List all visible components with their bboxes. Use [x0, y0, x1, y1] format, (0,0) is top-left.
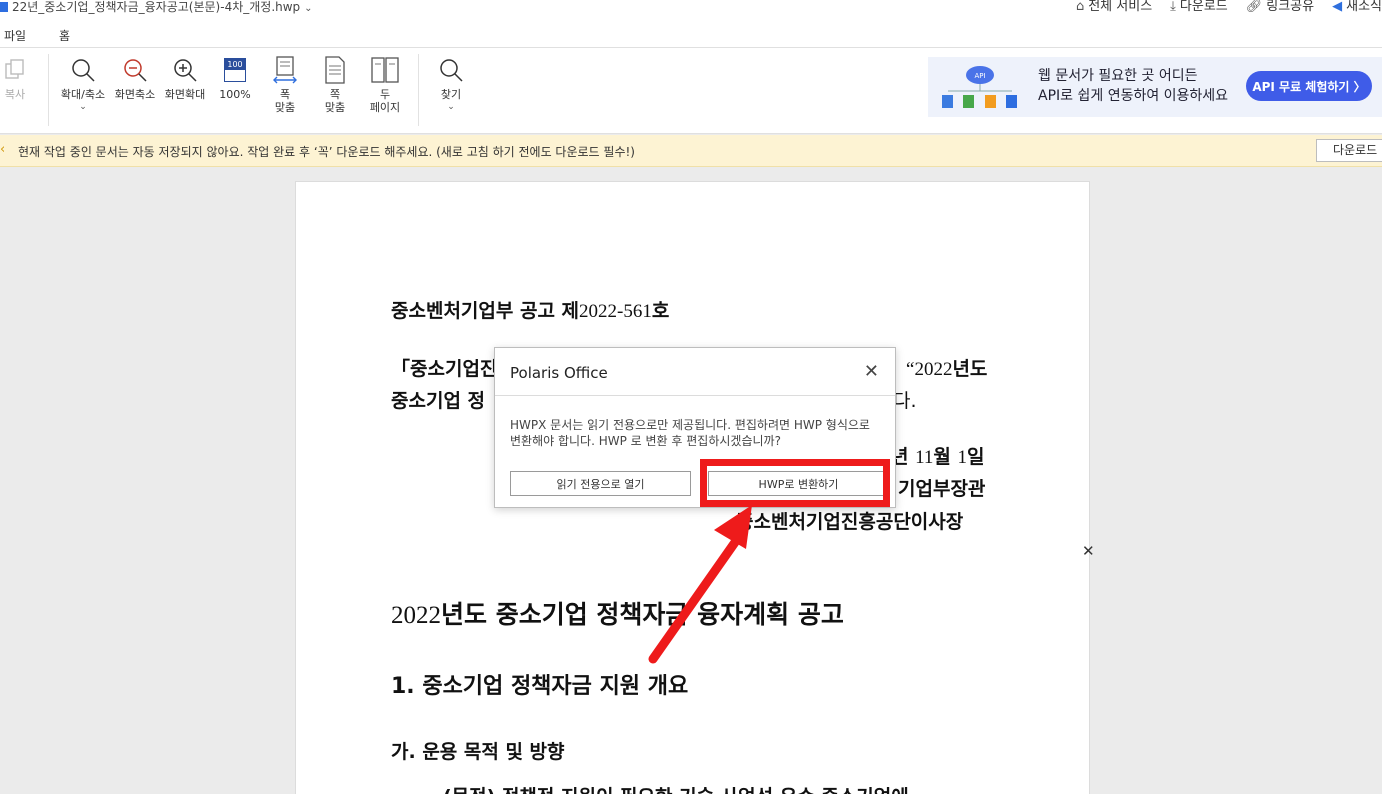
- download-button[interactable]: 다운로드: [1316, 139, 1382, 162]
- notice-number: 2022-561: [579, 301, 652, 322]
- chevron-down-icon: ⌄: [447, 102, 455, 112]
- news-label: 새소식: [1346, 0, 1382, 14]
- api-badge-text: API: [974, 72, 985, 80]
- ribbon-toolbar: 복사 확대/축소 ⌄ 화면축소 화면확대 100 100% 폭 맞춤 쪽 맞춤 …: [0, 48, 1382, 134]
- ribbon-divider: [48, 54, 49, 126]
- api-diagram-icon: API: [942, 66, 1017, 108]
- open-read-only-button[interactable]: 읽기 전용으로 열기: [510, 471, 691, 496]
- download-top-button[interactable]: ⤓ 다운로드: [1170, 0, 1228, 14]
- paragraph-2-left: 중소기업 정: [391, 390, 486, 412]
- copy-icon: [1, 56, 29, 84]
- home-icon: ⌂: [1075, 0, 1085, 14]
- api-trial-button[interactable]: API 무료 체험하기 〉: [1246, 71, 1372, 101]
- section-1-heading: 1. 중소기업 정책자금 지원 개요: [391, 674, 689, 699]
- notice-prefix: 중소벤처기업부 공고 제: [391, 300, 580, 322]
- dialog-message: HWPX 문서는 읽기 전용으로만 제공됩니다. 편집하려면 HWP 형식으로 …: [510, 418, 870, 448]
- chevron-left-icon[interactable]: ‹: [0, 142, 5, 157]
- chevron-down-icon: ⌄: [304, 3, 313, 14]
- link-icon: 🔗︎: [1245, 0, 1263, 14]
- date-month-label: 월: [933, 446, 951, 468]
- all-services-label: 전체 서비스: [1088, 0, 1153, 14]
- fit-width-icon: [271, 56, 299, 84]
- zoom-in-button[interactable]: 화면확대: [160, 56, 210, 101]
- paragraph-1-right: “2022년도: [906, 354, 987, 381]
- megaphone-icon: ◀: [1332, 0, 1343, 14]
- paragraph-2-right: 다.: [893, 390, 917, 412]
- magnifier-icon: [69, 56, 97, 84]
- zoom-100-label: 100%: [219, 88, 251, 101]
- paragraph-1-left: 「중소기업진: [391, 358, 498, 380]
- zoom-out-button[interactable]: 화면축소: [110, 56, 160, 101]
- copy-button[interactable]: 복사: [0, 56, 40, 101]
- fit-width-label-2: 맞춤: [274, 101, 296, 114]
- notice-suffix: 호: [651, 300, 670, 322]
- ribbon-divider: [418, 54, 419, 126]
- two-page-label-1: 두: [379, 88, 391, 101]
- fit-page-label-1: 쪽: [329, 88, 341, 101]
- zoom-out-label: 화면축소: [114, 88, 156, 101]
- zoom-in-icon: [171, 56, 199, 84]
- body-text-line: (목적) 정책적 지원이 필요한 기술 사업성 우수 중소기업에: [443, 782, 909, 794]
- document-title[interactable]: 22년_중소기업_정책자금_융자공고(본문)-4차_개정.hwp ⌄: [0, 0, 313, 16]
- fit-page-label-2: 맞춤: [324, 101, 346, 114]
- dialog-close-icon[interactable]: ✕: [864, 361, 879, 382]
- document-title-text: 22년_중소기업_정책자금_융자공고(본문)-4차_개정.hwp: [12, 0, 301, 14]
- zoom-in-label: 화면확대: [164, 88, 206, 101]
- find-button[interactable]: 찾기 ⌄: [426, 56, 476, 114]
- percent-icon-text: 100: [225, 59, 245, 70]
- two-page-label-2: 페이지: [369, 101, 401, 114]
- fit-page-icon: [321, 56, 349, 84]
- top-actions: ⌂ 전체 서비스 ⤓ 다운로드 🔗︎ 링크공유 ◀ 새소식: [1076, 0, 1382, 14]
- close-icon[interactable]: ✕: [1082, 542, 1095, 560]
- menu-bar: 파일 홈: [0, 22, 1382, 51]
- chevron-down-icon: ⌄: [79, 102, 87, 112]
- zoom-dropdown-button[interactable]: 확대/축소 ⌄: [58, 56, 108, 114]
- api-ad-banner[interactable]: API 웹 문서가 필요한 곳 어디든 API로 쉽게 연동하여 이용하세요 A…: [928, 57, 1382, 117]
- notice-message: 현재 작업 중인 문서는 자동 저장되지 않아요. 작업 완료 후 ‘꼭’ 다운…: [18, 145, 635, 159]
- heading-text: 년도 중소기업 정책자금 융자계획 공고: [441, 600, 844, 629]
- ad-line-1: 웹 문서가 필요한 곳 어디든: [1038, 68, 1198, 84]
- zoom-100-button[interactable]: 100 100%: [210, 56, 260, 101]
- title-bar: 22년_중소기업_정책자금_융자공고(본문)-4차_개정.hwp ⌄ ⌂ 전체 서비…: [0, 0, 1382, 22]
- dialog-title: Polaris Office: [510, 364, 608, 382]
- ad-text: 웹 문서가 필요한 곳 어디든 API로 쉽게 연동하여 이용하세요: [1038, 66, 1228, 106]
- autosave-notice-bar: ‹ 현재 작업 중인 문서는 자동 저장되지 않아요. 작업 완료 후 ‘꼭’ …: [0, 135, 1382, 167]
- two-page-icon: [371, 56, 399, 84]
- signatory-agency: 중소벤처기업진흥공단이사장: [736, 511, 964, 533]
- ad-line-2: API로 쉽게 연동하여 이용하세요: [1038, 88, 1229, 104]
- notice-number-line: 중소벤처기업부 공고 제2022-561호: [391, 296, 669, 323]
- find-label: 찾기: [440, 88, 462, 101]
- dialog-header: Polaris Office ✕: [495, 348, 895, 396]
- copy-label: 복사: [4, 88, 26, 101]
- link-share-button[interactable]: 🔗︎ 링크공유: [1246, 0, 1314, 14]
- percent-100-icon: 100: [221, 56, 249, 84]
- fit-width-label-1: 폭: [279, 88, 291, 101]
- section-ga-heading: 가. 운용 목적 및 방향: [391, 741, 565, 763]
- fit-width-button[interactable]: 폭 맞춤: [260, 56, 310, 114]
- date-line: 년 11월 1일: [891, 442, 985, 469]
- heading-year: 2022: [391, 602, 441, 629]
- main-heading: 2022년도 중소기업 정책자금 융자계획 공고: [391, 595, 844, 631]
- fit-page-button[interactable]: 쪽 맞춤: [310, 56, 360, 114]
- download-icon: ⤓: [1170, 0, 1176, 14]
- date-day: 1: [957, 447, 968, 468]
- link-share-label: 링크공유: [1266, 0, 1315, 14]
- date-month: 11: [915, 447, 934, 468]
- zoom-label: 확대/축소: [60, 88, 106, 101]
- date-day-label: 일: [967, 446, 985, 468]
- all-services-button[interactable]: ⌂ 전체 서비스: [1076, 0, 1152, 14]
- paragraph-1-right-text: 년도: [952, 358, 988, 380]
- download-label: 다운로드: [1179, 0, 1228, 14]
- search-icon: [437, 56, 465, 84]
- red-highlight-box: [700, 459, 890, 507]
- news-button[interactable]: ◀ 새소식: [1332, 0, 1382, 14]
- file-icon: [0, 2, 8, 12]
- signatory-minister: 기업부장관: [898, 478, 986, 500]
- tab-home[interactable]: 홈: [56, 27, 73, 51]
- paragraph-1-year: 2022: [914, 359, 953, 380]
- two-page-button[interactable]: 두 페이지: [360, 56, 410, 114]
- tab-file[interactable]: 파일: [4, 27, 26, 44]
- zoom-out-icon: [121, 56, 149, 84]
